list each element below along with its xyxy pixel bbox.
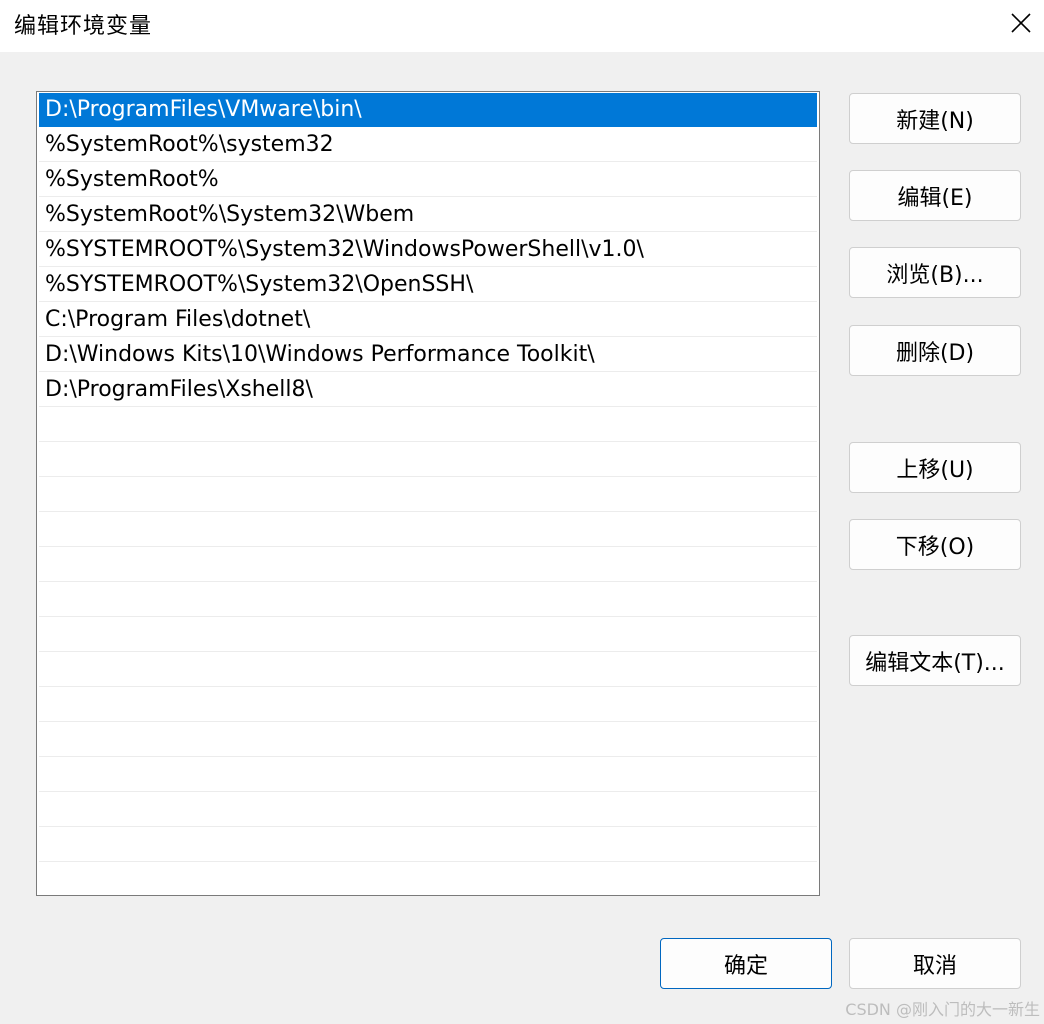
- path-item-text: %SystemRoot%\System32\Wbem: [45, 202, 415, 227]
- dialog-title: 编辑环境变量: [14, 14, 153, 39]
- cancel-button[interactable]: 取消: [849, 938, 1021, 989]
- new-button[interactable]: 新建(N): [849, 93, 1021, 144]
- empty-list-row[interactable]: [39, 863, 817, 895]
- empty-list-row[interactable]: [39, 478, 817, 512]
- empty-list-row[interactable]: [39, 688, 817, 722]
- path-list[interactable]: D:\ProgramFiles\VMware\bin\ %SystemRoot%\…: [36, 91, 820, 896]
- empty-list-row[interactable]: [39, 548, 817, 582]
- watermark: CSDN @刚入门的大一新生: [845, 1000, 1040, 1019]
- path-item-text: %SystemRoot%: [45, 167, 219, 192]
- close-button[interactable]: [998, 0, 1044, 46]
- empty-list-row[interactable]: [39, 793, 817, 827]
- move-down-button[interactable]: 下移(O): [849, 519, 1021, 570]
- empty-list-row[interactable]: [39, 828, 817, 862]
- edit-text-button[interactable]: 编辑文本(T)...: [849, 635, 1021, 686]
- browse-button[interactable]: 浏览(B)...: [849, 247, 1021, 298]
- delete-button[interactable]: 删除(D): [849, 325, 1021, 376]
- empty-list-row[interactable]: [39, 723, 817, 757]
- path-item-text: D:\ProgramFiles\Xshell8\: [45, 377, 313, 402]
- edit-button[interactable]: 编辑(E): [849, 170, 1021, 221]
- ok-button[interactable]: 确定: [660, 938, 832, 989]
- path-list-item[interactable]: %SystemRoot%\system32: [39, 128, 817, 162]
- empty-list-row[interactable]: [39, 443, 817, 477]
- empty-list-row[interactable]: [39, 513, 817, 547]
- path-item-text: C:\Program Files\dotnet\: [45, 307, 311, 332]
- path-item-text: D:\Windows Kits\10\Windows Performance T…: [45, 342, 595, 367]
- path-item-text: %SYSTEMROOT%\System32\WindowsPowerShell\…: [45, 237, 644, 262]
- close-icon: [1011, 13, 1031, 33]
- empty-list-row[interactable]: [39, 653, 817, 687]
- move-up-button[interactable]: 上移(U): [849, 442, 1021, 493]
- title-bar: 编辑环境变量: [0, 0, 1044, 52]
- path-list-item[interactable]: C:\Program Files\dotnet\: [39, 303, 817, 337]
- path-item-text: %SYSTEMROOT%\System32\OpenSSH\: [45, 272, 474, 297]
- empty-list-row[interactable]: [39, 583, 817, 617]
- path-list-item[interactable]: %SYSTEMROOT%\System32\OpenSSH\: [39, 268, 817, 302]
- empty-list-row[interactable]: [39, 408, 817, 442]
- empty-list-row[interactable]: [39, 618, 817, 652]
- path-item-text: %SystemRoot%\system32: [45, 132, 334, 157]
- path-list-item[interactable]: %SystemRoot%: [39, 163, 817, 197]
- empty-list-row[interactable]: [39, 758, 817, 792]
- path-list-item[interactable]: D:\Windows Kits\10\Windows Performance T…: [39, 338, 817, 372]
- path-list-item[interactable]: %SystemRoot%\System32\Wbem: [39, 198, 817, 232]
- edit-env-var-dialog: 编辑环境变量 D:\ProgramFiles\VMware\bin\ %Syste…: [0, 0, 1044, 1024]
- path-list-item[interactable]: D:\ProgramFiles\VMware\bin\: [39, 93, 817, 127]
- path-list-item[interactable]: %SYSTEMROOT%\System32\WindowsPowerShell\…: [39, 233, 817, 267]
- path-list-item[interactable]: D:\ProgramFiles\Xshell8\: [39, 373, 817, 407]
- path-item-text: D:\ProgramFiles\VMware\bin\: [45, 97, 362, 122]
